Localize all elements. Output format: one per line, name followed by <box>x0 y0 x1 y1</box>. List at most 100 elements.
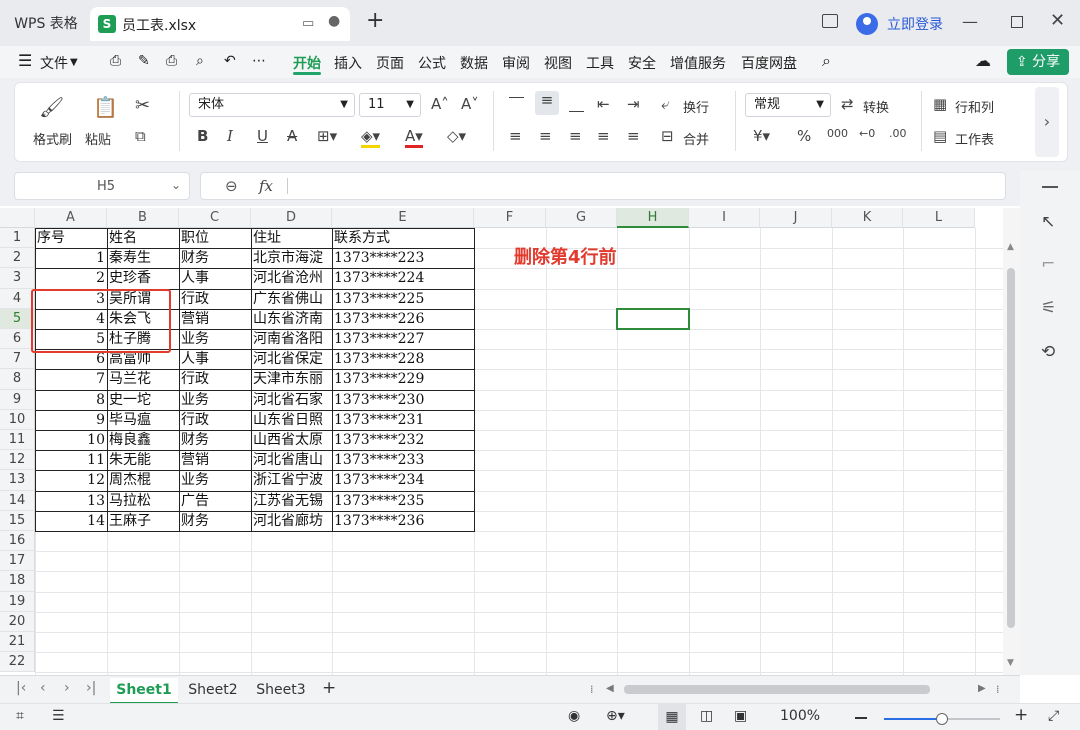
hamburger-icon[interactable]: ☰ <box>18 51 32 70</box>
last-sheet-icon[interactable]: ›| <box>86 680 96 696</box>
table-cell[interactable]: 北京市海淀 <box>251 248 332 268</box>
table-cell[interactable]: 朱无能 <box>107 450 179 470</box>
table-cell[interactable]: 行政 <box>179 369 251 389</box>
increase-font-icon[interactable]: A˄ <box>431 95 449 113</box>
table-cell[interactable]: 史珍香 <box>107 268 179 288</box>
align-bottom-icon[interactable]: ⎽ <box>569 95 584 113</box>
cloud-icon[interactable]: ☁ <box>975 51 991 70</box>
table-cell[interactable]: 11 <box>35 450 107 470</box>
header-cell[interactable]: 姓名 <box>107 228 179 248</box>
row-header-8[interactable]: 8 <box>0 369 35 390</box>
clear-icon[interactable]: ◇▾ <box>447 127 466 145</box>
table-cell[interactable]: 1373****228 <box>332 349 474 369</box>
brush-icon[interactable]: ✎ <box>138 53 150 69</box>
menu-data[interactable]: 数据 <box>460 53 488 73</box>
ribbon-scroll-right[interactable]: › <box>1035 87 1059 157</box>
scroll-up-icon[interactable]: ▲ <box>1007 242 1014 252</box>
crop-icon[interactable]: ⌐ <box>1041 254 1055 274</box>
table-cell[interactable]: 业务 <box>179 470 251 490</box>
print-icon[interactable]: ⎙ <box>166 53 177 69</box>
more-icon[interactable]: ⋯ <box>252 53 266 69</box>
table-cell[interactable]: 8 <box>35 390 107 410</box>
table-cell[interactable]: 业务 <box>179 390 251 410</box>
table-cell[interactable]: 1373****230 <box>332 390 474 410</box>
new-tab-button[interactable]: + <box>366 9 384 33</box>
share-button[interactable]: ⇪ 分享 <box>1007 49 1069 75</box>
column-header-d[interactable]: D <box>251 208 332 228</box>
align-top-icon[interactable]: ⎺ <box>509 95 524 113</box>
font-color-icon[interactable]: A▾ <box>405 127 423 148</box>
table-cell[interactable]: 山西省太原 <box>251 430 332 450</box>
adjust-icon[interactable]: ⚟ <box>1041 298 1056 318</box>
print-preview-icon[interactable]: ⌕ <box>196 53 204 69</box>
distribute-icon[interactable]: ≡ <box>627 127 640 145</box>
row-header-12[interactable]: 12 <box>0 450 35 471</box>
chevron-down-icon[interactable]: ⌄ <box>171 178 181 192</box>
table-cell[interactable]: 河北省石家 <box>251 390 332 410</box>
copy-icon[interactable]: ⧉ <box>135 127 146 145</box>
justify-icon[interactable]: ≡ <box>597 127 610 145</box>
header-cell[interactable]: 住址 <box>251 228 332 248</box>
paste-icon[interactable]: 📋 <box>93 95 118 119</box>
eye-protection-icon[interactable]: ◉ <box>568 708 580 724</box>
table-cell[interactable]: 河北省沧州 <box>251 268 332 288</box>
row-header-19[interactable]: 19 <box>0 591 35 612</box>
menu-review[interactable]: 审阅 <box>502 53 530 73</box>
save-icon[interactable]: ⎙ <box>110 53 121 69</box>
align-middle-icon[interactable]: ≡ <box>535 91 559 115</box>
zoom-slider-knob[interactable] <box>936 713 948 725</box>
table-cell[interactable]: 河北省廊坊 <box>251 511 332 531</box>
sheet-tab-1[interactable]: Sheet1 <box>110 678 178 704</box>
table-cell[interactable]: 河北省唐山 <box>251 450 332 470</box>
row-header-16[interactable]: 16 <box>0 531 35 552</box>
table-cell[interactable]: 梅良鑫 <box>107 430 179 450</box>
table-cell[interactable]: 1373****236 <box>332 511 474 531</box>
table-cell[interactable]: 人事 <box>179 349 251 369</box>
convert-icon[interactable]: ⇄ <box>841 95 854 113</box>
table-cell[interactable]: 1373****234 <box>332 470 474 490</box>
notes-icon[interactable]: ☰ <box>52 708 65 724</box>
menu-tools[interactable]: 工具 <box>586 53 614 73</box>
table-cell[interactable]: 江苏省无锡 <box>251 491 332 511</box>
row-header-1[interactable]: 1 <box>0 228 35 249</box>
zoom-out-icon[interactable] <box>855 717 867 719</box>
unsaved-dot-icon[interactable]: ● <box>328 13 340 29</box>
close-icon[interactable]: ✕ <box>1050 10 1065 31</box>
column-header-g[interactable]: G <box>546 208 617 228</box>
table-cell[interactable]: 山东省济南 <box>251 309 332 329</box>
strikethrough-icon[interactable]: A <box>287 127 297 145</box>
collapse-icon[interactable] <box>1042 186 1058 188</box>
row-header-22[interactable]: 22 <box>0 652 35 673</box>
zoom-level[interactable]: 100% <box>780 708 820 724</box>
header-cell[interactable]: 联系方式 <box>332 228 474 248</box>
chevron-down-icon[interactable]: ▼ <box>70 57 78 68</box>
wrap-icon[interactable]: ⤶ <box>661 95 669 113</box>
column-header-f[interactable]: F <box>474 208 546 228</box>
table-cell[interactable]: 1373****227 <box>332 329 474 349</box>
normal-view-icon[interactable]: ▦ <box>658 704 686 730</box>
row-header-10[interactable]: 10 <box>0 409 35 430</box>
thousands-icon[interactable]: 000 <box>827 127 848 140</box>
merge-icon[interactable]: ⊟ <box>661 127 674 145</box>
row-header-3[interactable]: 3 <box>0 268 35 289</box>
table-cell[interactable]: 王麻子 <box>107 511 179 531</box>
align-center-icon[interactable]: ≡ <box>539 127 552 145</box>
header-cell[interactable]: 序号 <box>35 228 107 248</box>
table-cell[interactable]: 财务 <box>179 248 251 268</box>
column-header-i[interactable]: I <box>689 208 760 228</box>
font-size-select[interactable]: 11 ▼ <box>359 93 421 117</box>
row-col-label[interactable]: 行和列 <box>955 97 994 116</box>
table-cell[interactable]: 10 <box>35 430 107 450</box>
italic-icon[interactable]: I <box>227 127 233 145</box>
undo-icon[interactable]: ↶ <box>224 53 236 69</box>
table-cell[interactable]: 1373****231 <box>332 410 474 430</box>
table-cell[interactable]: 1373****223 <box>332 248 474 268</box>
menu-security[interactable]: 安全 <box>628 53 656 73</box>
menu-insert[interactable]: 插入 <box>334 53 362 73</box>
vertical-scrollbar[interactable]: ▲ ▼ <box>1003 208 1020 675</box>
table-cell[interactable]: 业务 <box>179 329 251 349</box>
column-header-b[interactable]: B <box>107 208 179 228</box>
search-icon[interactable]: ⌕ <box>822 51 831 71</box>
wrap-label[interactable]: 换行 <box>683 97 709 116</box>
table-cell[interactable]: 毕马瘟 <box>107 410 179 430</box>
